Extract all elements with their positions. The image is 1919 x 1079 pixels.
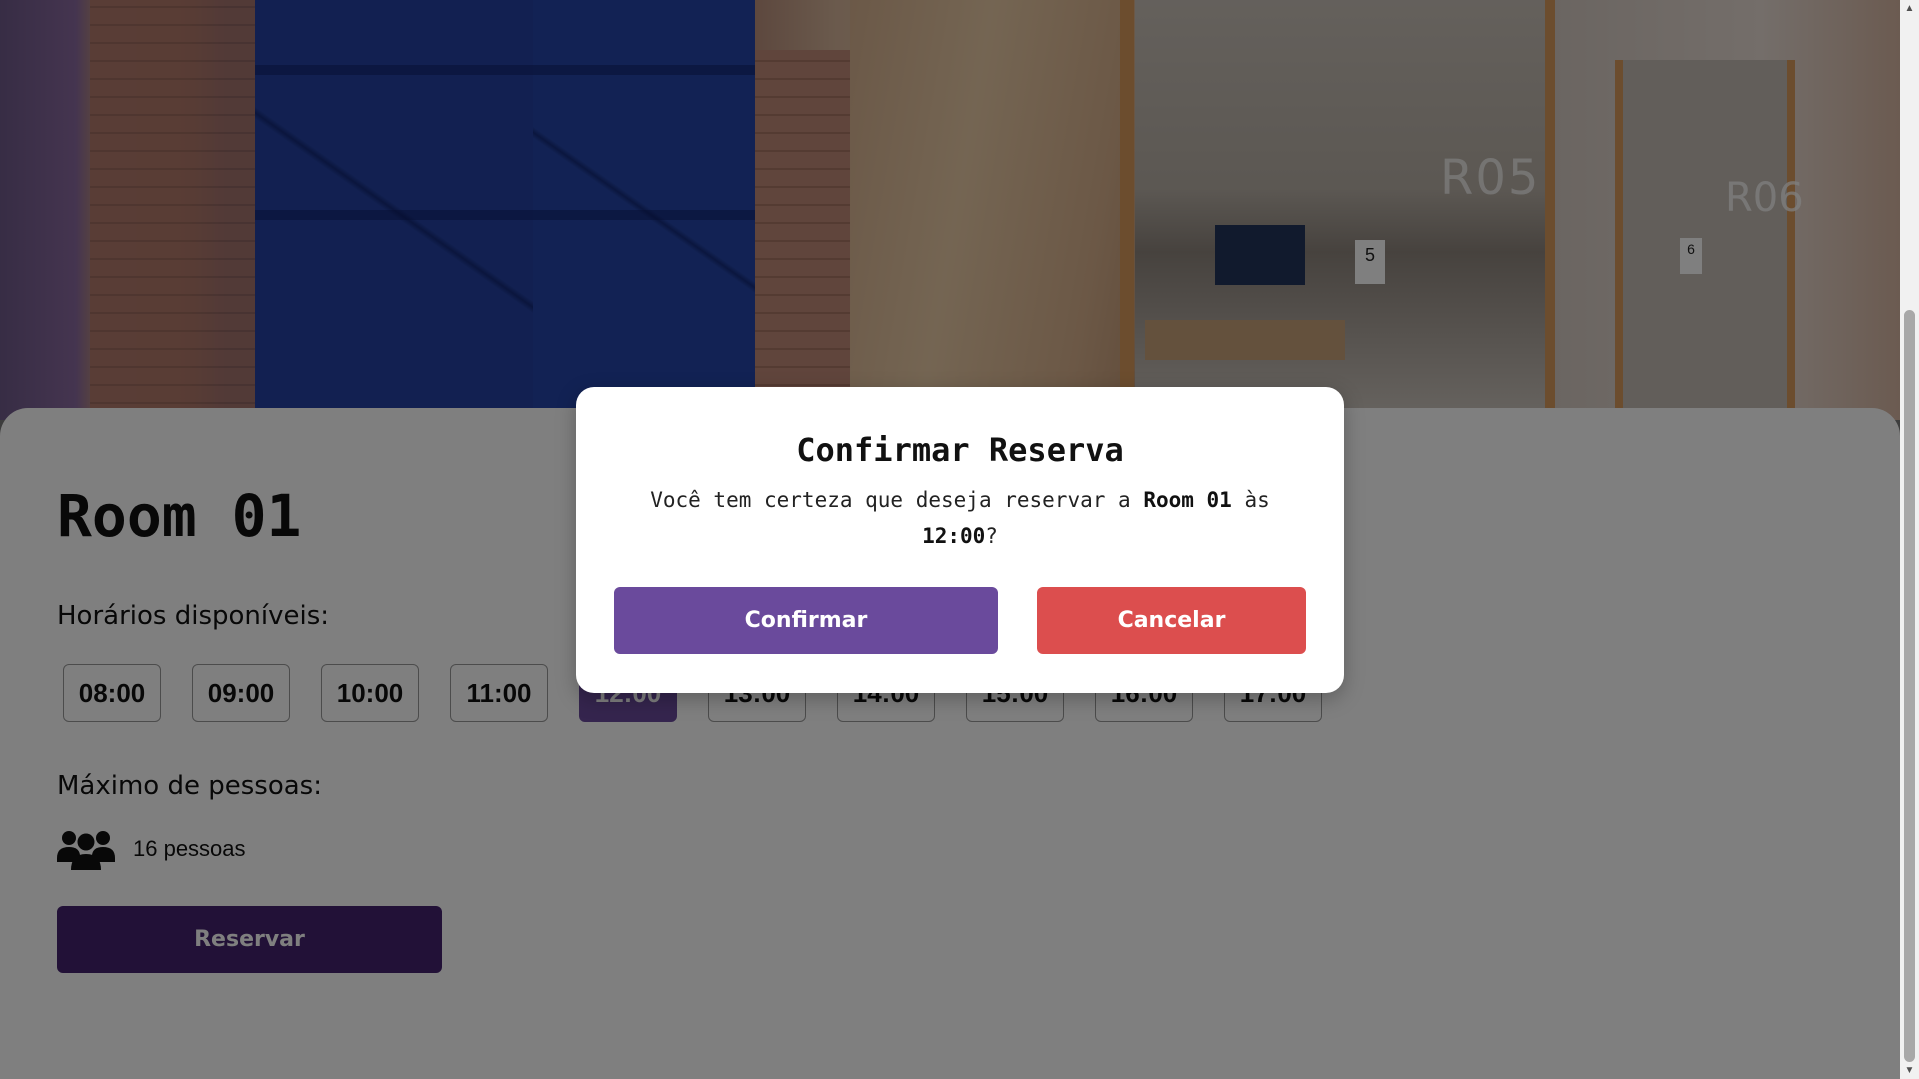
message-time: 12:00 bbox=[922, 524, 986, 548]
message-prefix: Você tem certeza que deseja reservar a bbox=[650, 488, 1144, 512]
confirm-button[interactable]: Confirmar bbox=[614, 587, 998, 654]
scrollbar-thumb[interactable] bbox=[1904, 310, 1915, 1062]
message-suffix: ? bbox=[985, 524, 998, 548]
dialog-message: Você tem certeza que deseja reservar a R… bbox=[616, 482, 1304, 554]
scroll-down-arrow-icon[interactable]: ▼ bbox=[1900, 1062, 1919, 1079]
message-room-name: Room 01 bbox=[1143, 488, 1232, 512]
cancel-button[interactable]: Cancelar bbox=[1037, 587, 1306, 654]
confirm-reservation-dialog: Confirmar Reserva Você tem certeza que d… bbox=[576, 387, 1344, 693]
page-scrollbar[interactable]: ▲ ▼ bbox=[1900, 0, 1919, 1079]
page: R05 5 R06 6 Room 01 Horários disponíveis… bbox=[0, 0, 1919, 1079]
message-middle: às bbox=[1231, 488, 1270, 512]
dialog-title: Confirmar Reserva bbox=[796, 431, 1124, 469]
scroll-up-arrow-icon[interactable]: ▲ bbox=[1900, 0, 1919, 17]
